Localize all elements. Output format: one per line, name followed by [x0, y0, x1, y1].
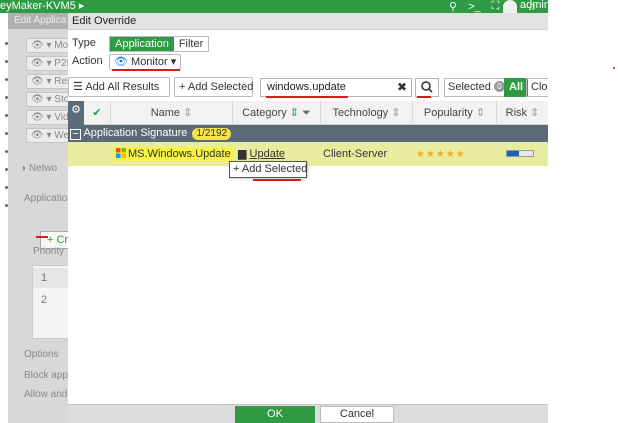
group-count-badge: 1/2192: [192, 128, 232, 140]
name-cell: MS.Windows.Update: [114, 142, 233, 166]
folder-icon: ▆: [238, 148, 247, 160]
column-risk[interactable]: Risk ⇕: [496, 101, 548, 125]
type-selector: Application Filter: [109, 36, 210, 52]
top-bar: eyMaker-KVM5 ▸ ⚲ >_ ⛶ ? ♫ admin: [0, 0, 550, 13]
sort-icon: ⇕: [530, 107, 540, 119]
app-name: eyMaker-KVM5 ▸: [0, 0, 85, 12]
column-name[interactable]: Name ⇕: [110, 101, 232, 125]
annotation-underline: [112, 69, 180, 71]
column-popularity[interactable]: Popularity ⇕: [412, 101, 496, 125]
type-application-option[interactable]: Application: [110, 37, 174, 51]
add-selected-button[interactable]: + Add Selected: [174, 77, 253, 97]
filter-row: 👁 ▾ Mo: [26, 38, 68, 53]
select-column[interactable]: ✔: [84, 101, 110, 125]
table-row: 1: [33, 268, 68, 288]
eye-icon: 👁: [114, 56, 128, 68]
network-toggle: ◑ Netwo: [20, 163, 58, 174]
sort-icon: ⇕: [475, 107, 486, 119]
search-icon[interactable]: ⚲: [449, 0, 457, 13]
column-category[interactable]: Category ⇕ ⏷: [232, 101, 320, 125]
table-header: ⚙ ✔ Name ⇕ Category ⇕ ⏷ Technology ⇕ Pop…: [68, 101, 548, 125]
sort-icon: ⇕: [289, 107, 300, 119]
priority-table: 1 2: [32, 265, 68, 339]
background-title: Edit Applica: [8, 13, 68, 29]
action-value: Monitor: [131, 56, 168, 68]
windows-logo-icon: [116, 148, 126, 158]
search-button[interactable]: [415, 78, 439, 97]
table-row[interactable]: MS.Windows.Update ▆ Update Client-Server…: [68, 142, 548, 166]
add-selected-tooltip[interactable]: + Add Selected: [229, 161, 307, 178]
risk-bar: [506, 150, 534, 157]
fullscreen-icon[interactable]: ⛶: [492, 0, 500, 13]
user-name[interactable]: admin: [520, 0, 550, 11]
filter-row: 👁 ▾ Sto: [26, 92, 68, 107]
action-dropdown[interactable]: 👁 Monitor ▾: [109, 54, 182, 70]
dialog-footer: OK Cancel: [68, 404, 548, 423]
dialog-title: Edit Override: [68, 13, 548, 30]
selected-filter-button[interactable]: Selected 0: [444, 78, 509, 97]
left-gutter: [0, 13, 8, 423]
all-filter-button[interactable]: All: [504, 78, 529, 97]
filter-row: 👁 ▾ P2I: [26, 56, 68, 71]
filter-row: 👁 ▾ Vid: [26, 110, 68, 125]
applications-label: Applicatio: [24, 193, 68, 204]
sort-icon: ⇕: [391, 107, 401, 119]
annotation-underline: [36, 236, 48, 238]
clear-icon[interactable]: ✖: [397, 80, 407, 94]
popularity-cell: ★★★★★: [416, 142, 466, 166]
sort-icon: ⇕: [183, 107, 193, 119]
group-label: Application Signature: [83, 127, 188, 139]
caret-down-icon: ▾: [170, 56, 177, 68]
popularity-stars: ★★★★★: [416, 149, 466, 160]
cancel-button[interactable]: Cancel: [320, 406, 394, 423]
priority-header: Priority: [33, 246, 65, 257]
options-label: Options: [24, 349, 59, 360]
plus-icon: +: [233, 163, 240, 175]
filter-row: 👁 ▾ Rel: [26, 74, 68, 89]
group-header[interactable]: − Application Signature 1/2192: [68, 125, 548, 142]
magnifier-icon: [421, 81, 433, 93]
gear-icon[interactable]: ⚙: [68, 101, 84, 125]
search-value: windows.update: [267, 81, 346, 93]
block-label: Block appl: [24, 370, 68, 381]
background-panel: Edit Applica 👁 ▾ Mo 👁 ▾ P2I 👁 ▾ Rel 👁 ▾ …: [8, 13, 68, 423]
annotation-underline: [417, 96, 431, 98]
annotation-underline: [253, 179, 301, 181]
search-toolbar: ☰ Add All Results + Add Selected windows…: [68, 77, 548, 99]
allow-label: Allow and: [24, 389, 68, 400]
add-all-results-button[interactable]: ☰ Add All Results: [68, 77, 170, 97]
avatar[interactable]: [503, 0, 517, 13]
filter-icon[interactable]: ⏷: [302, 107, 311, 119]
filter-row: 👁 ▾ We: [26, 128, 68, 143]
check-icon: ✔: [92, 107, 102, 119]
list-icon: ☰: [73, 81, 83, 93]
cloud-filter-button[interactable]: Clou: [526, 78, 548, 97]
column-technology[interactable]: Technology ⇕: [320, 101, 412, 125]
annotation-dot: [613, 67, 615, 69]
type-filter-option[interactable]: Filter: [173, 37, 209, 51]
action-label: Action: [72, 55, 103, 67]
type-label: Type: [72, 37, 96, 49]
technology-cell: Client-Server: [323, 148, 388, 160]
plus-icon: +: [179, 81, 186, 93]
edit-override-dialog: Edit Override Type Application Filter Ac…: [68, 13, 548, 423]
collapse-icon[interactable]: −: [70, 129, 81, 140]
terminal-icon[interactable]: >_: [468, 1, 481, 13]
table-row: 2: [41, 294, 48, 306]
search-input[interactable]: windows.update ✖: [260, 78, 412, 97]
annotation-underline: [266, 96, 348, 98]
ok-button[interactable]: OK: [235, 406, 315, 423]
